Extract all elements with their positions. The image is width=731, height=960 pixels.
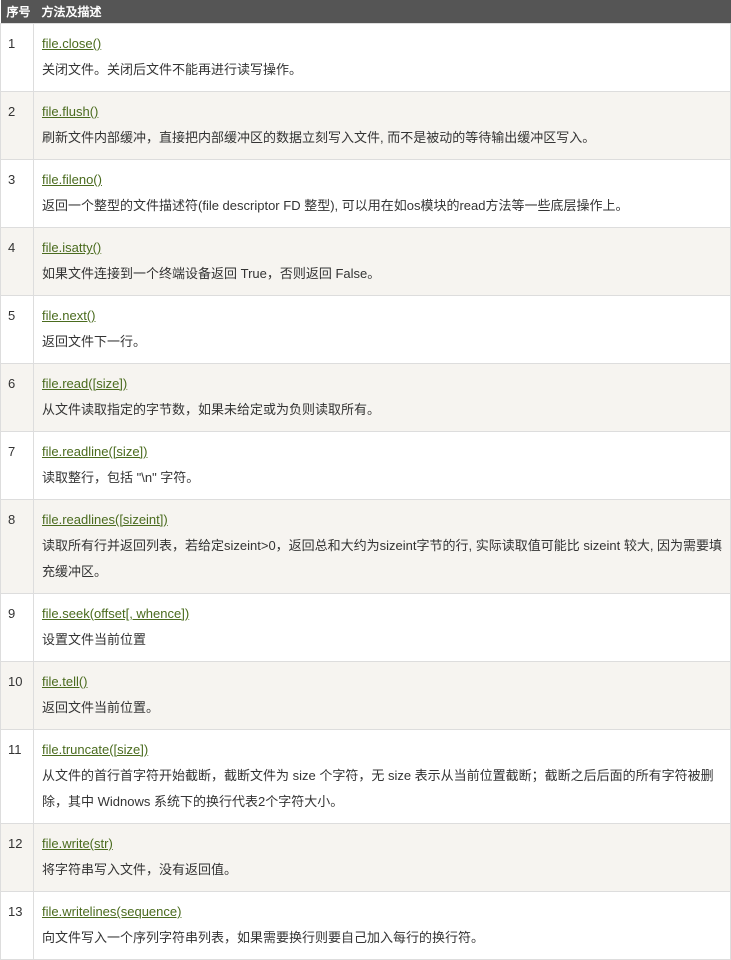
row-number: 12 xyxy=(0,823,34,892)
method-description: 关闭文件。关闭后文件不能再进行读写操作。 xyxy=(42,62,303,77)
method-description: 从文件的首行首字符开始截断，截断文件为 size 个字符，无 size 表示从当… xyxy=(42,768,714,809)
method-description: 从文件读取指定的字节数，如果未给定或为负则读取所有。 xyxy=(42,402,381,417)
method-link[interactable]: file.writelines(sequence) xyxy=(42,904,181,919)
method-description: 读取所有行并返回列表，若给定sizeint>0，返回总和大约为sizeint字节… xyxy=(42,538,723,579)
table-header: 序号 方法及描述 xyxy=(0,0,731,24)
row-number: 10 xyxy=(0,661,34,730)
method-description: 刷新文件内部缓冲，直接把内部缓冲区的数据立刻写入文件, 而不是被动的等待输出缓冲… xyxy=(42,130,596,145)
table-row: 4 file.isatty() 如果文件连接到一个终端设备返回 True，否则返回… xyxy=(0,227,731,296)
method-cell: file.next() 返回文件下一行。 xyxy=(33,295,731,364)
method-link[interactable]: file.fileno() xyxy=(42,172,102,187)
method-link[interactable]: file.readline([size]) xyxy=(42,444,148,459)
table-row: 13 file.writelines(sequence) 向文件写入一个序列字符串… xyxy=(0,891,731,960)
table-row: 5 file.next() 返回文件下一行。 xyxy=(0,295,731,364)
method-link[interactable]: file.read([size]) xyxy=(42,376,127,391)
table-row: 3 file.fileno() 返回一个整型的文件描述符(file descrip… xyxy=(0,159,731,228)
row-number: 8 xyxy=(0,499,34,594)
method-cell: file.close() 关闭文件。关闭后文件不能再进行读写操作。 xyxy=(33,23,731,92)
method-link[interactable]: file.flush() xyxy=(42,104,98,119)
method-cell: file.writelines(sequence) 向文件写入一个序列字符串列表，… xyxy=(33,891,731,960)
table-row: 7 file.readline([size]) 读取整行，包括 "\n" 字符。 xyxy=(0,431,731,500)
method-description: 读取整行，包括 "\n" 字符。 xyxy=(42,470,200,485)
table-row: 12 file.write(str) 将字符串写入文件，没有返回值。 xyxy=(0,823,731,892)
method-cell: file.fileno() 返回一个整型的文件描述符(file descripto… xyxy=(33,159,731,228)
table-row: 9 file.seek(offset[, whence]) 设置文件当前位置 xyxy=(0,593,731,662)
method-description: 设置文件当前位置 xyxy=(42,632,147,647)
method-cell: file.readlines([sizeint]) 读取所有行并返回列表，若给定s… xyxy=(33,499,731,594)
method-description: 返回文件当前位置。 xyxy=(42,700,160,715)
method-link[interactable]: file.write(str) xyxy=(42,836,113,851)
method-description: 向文件写入一个序列字符串列表，如果需要换行则要自己加入每行的换行符。 xyxy=(42,930,485,945)
method-link[interactable]: file.readlines([sizeint]) xyxy=(42,512,168,527)
table-row: 10 file.tell() 返回文件当前位置。 xyxy=(0,661,731,730)
method-link[interactable]: file.next() xyxy=(42,308,95,323)
header-method: 方法及描述 xyxy=(33,0,731,24)
method-cell: file.write(str) 将字符串写入文件，没有返回值。 xyxy=(33,823,731,892)
row-number: 9 xyxy=(0,593,34,662)
method-description: 将字符串写入文件，没有返回值。 xyxy=(42,862,238,877)
table-row: 6 file.read([size]) 从文件读取指定的字节数，如果未给定或为负则… xyxy=(0,363,731,432)
method-link[interactable]: file.isatty() xyxy=(42,240,101,255)
table-row: 1 file.close() 关闭文件。关闭后文件不能再进行读写操作。 xyxy=(0,23,731,92)
table-row: 2 file.flush() 刷新文件内部缓冲，直接把内部缓冲区的数据立刻写入文件… xyxy=(0,91,731,160)
method-cell: file.isatty() 如果文件连接到一个终端设备返回 True，否则返回 F… xyxy=(33,227,731,296)
file-methods-table: 序号 方法及描述 1 file.close() 关闭文件。关闭后文件不能再进行读写… xyxy=(0,0,731,960)
row-number: 7 xyxy=(0,431,34,500)
method-cell: file.read([size]) 从文件读取指定的字节数，如果未给定或为负则读取… xyxy=(33,363,731,432)
method-cell: file.flush() 刷新文件内部缓冲，直接把内部缓冲区的数据立刻写入文件, … xyxy=(33,91,731,160)
method-cell: file.seek(offset[, whence]) 设置文件当前位置 xyxy=(33,593,731,662)
row-number: 3 xyxy=(0,159,34,228)
method-link[interactable]: file.close() xyxy=(42,36,101,51)
method-cell: file.truncate([size]) 从文件的首行首字符开始截断，截断文件为… xyxy=(33,729,731,824)
row-number: 4 xyxy=(0,227,34,296)
method-link[interactable]: file.seek(offset[, whence]) xyxy=(42,606,189,621)
header-num: 序号 xyxy=(0,0,34,24)
method-link[interactable]: file.tell() xyxy=(42,674,88,689)
row-number: 1 xyxy=(0,23,34,92)
method-description: 返回文件下一行。 xyxy=(42,334,147,349)
row-number: 13 xyxy=(0,891,34,960)
method-cell: file.tell() 返回文件当前位置。 xyxy=(33,661,731,730)
method-link[interactable]: file.truncate([size]) xyxy=(42,742,148,757)
row-number: 11 xyxy=(0,729,34,824)
row-number: 5 xyxy=(0,295,34,364)
method-description: 如果文件连接到一个终端设备返回 True，否则返回 False。 xyxy=(42,266,381,281)
row-number: 6 xyxy=(0,363,34,432)
table-row: 11 file.truncate([size]) 从文件的首行首字符开始截断，截断… xyxy=(0,729,731,824)
method-cell: file.readline([size]) 读取整行，包括 "\n" 字符。 xyxy=(33,431,731,500)
method-description: 返回一个整型的文件描述符(file descriptor FD 整型), 可以用… xyxy=(42,198,629,213)
table-row: 8 file.readlines([sizeint]) 读取所有行并返回列表，若给… xyxy=(0,499,731,594)
row-number: 2 xyxy=(0,91,34,160)
